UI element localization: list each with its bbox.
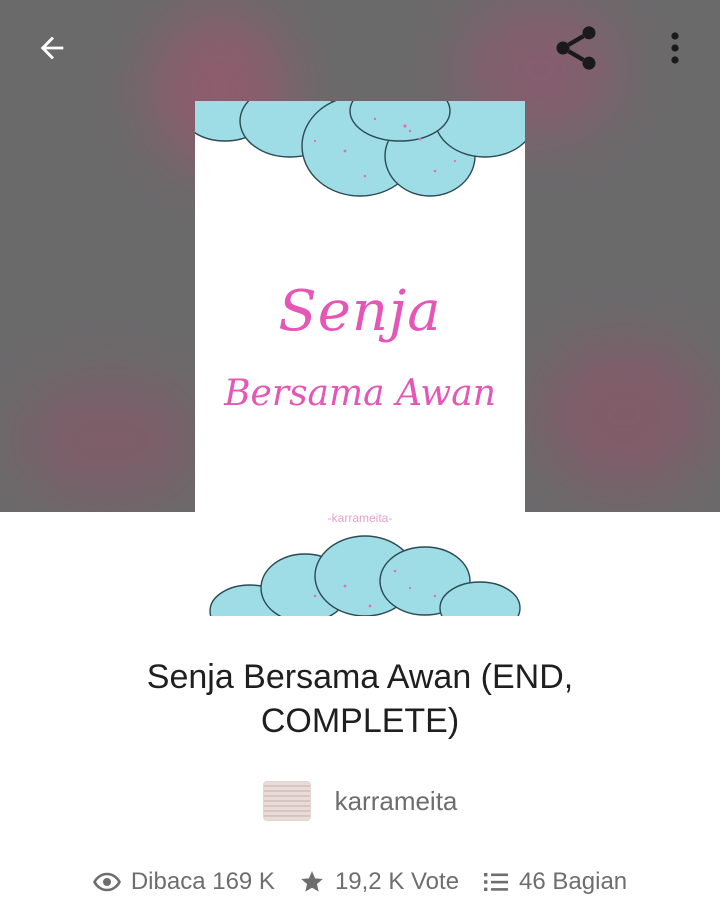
cover-title-line1: Senja bbox=[278, 279, 442, 344]
cover-title-line2: Bersama Awan bbox=[224, 373, 496, 414]
author-name[interactable]: karrameita bbox=[335, 786, 458, 817]
votes-count: 19,2 K Vote bbox=[334, 868, 460, 895]
back-button[interactable] bbox=[22, 18, 82, 78]
star-icon bbox=[301, 871, 323, 892]
list-icon bbox=[484, 873, 509, 891]
more-options-button[interactable] bbox=[645, 18, 705, 78]
cover-author: -karrameita- bbox=[327, 511, 393, 525]
parts-count: 46 Bagian bbox=[519, 868, 628, 895]
arrow-left-icon bbox=[40, 36, 64, 60]
cover-cloud-top bbox=[195, 101, 525, 197]
cover-cloud-bottom bbox=[209, 535, 521, 616]
book-stats: Dibaca 169 K 19,2 K Vote 46 Bagian bbox=[0, 862, 720, 902]
author-avatar[interactable] bbox=[262, 781, 311, 821]
share-icon bbox=[556, 26, 596, 70]
parts-stat: 46 Bagian bbox=[483, 868, 627, 896]
book-cover[interactable]: Senja Bersama Awan -karrameita- bbox=[195, 101, 525, 616]
reads-stat: Dibaca 169 K bbox=[92, 868, 275, 896]
more-vertical-icon bbox=[671, 32, 679, 64]
author-row[interactable]: karrameita bbox=[0, 778, 720, 824]
votes-stat: 19,2 K Vote bbox=[299, 868, 459, 896]
reads-count: Dibaca 169 K bbox=[130, 868, 275, 895]
book-title: Senja Bersama Awan (END, COMPLETE) bbox=[146, 658, 574, 740]
eye-icon bbox=[92, 872, 121, 892]
share-button[interactable] bbox=[546, 18, 606, 78]
